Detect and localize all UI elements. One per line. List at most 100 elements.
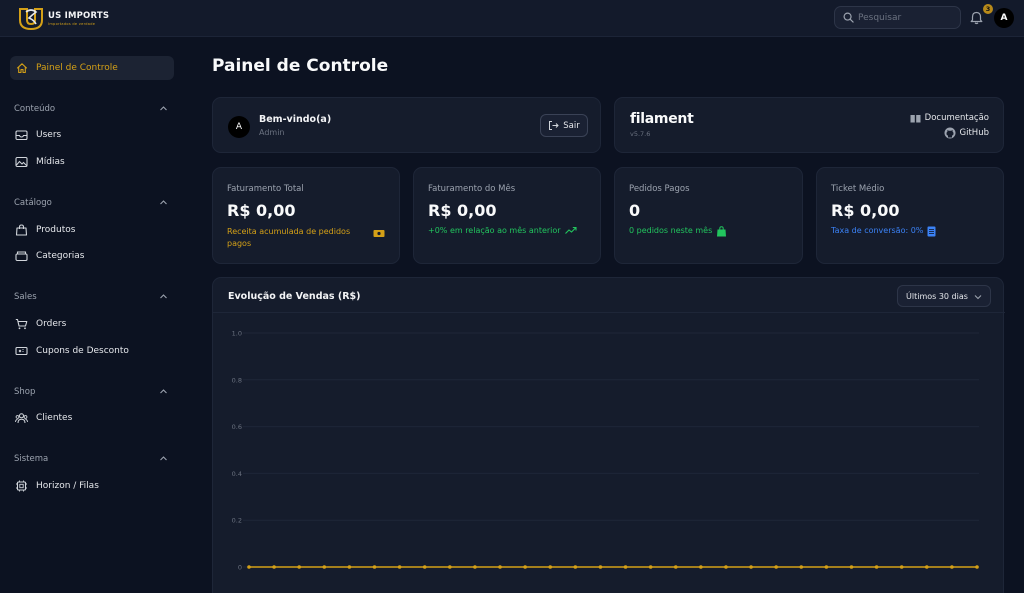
stat-card-pedidos-pagos: Pedidos Pagos 0 0 pedidos neste mês [614,167,803,264]
logout-button[interactable]: Sair [540,114,588,137]
data-point[interactable] [774,565,778,569]
github-icon [944,127,956,139]
data-point[interactable] [448,565,452,569]
stat-value: 0 [629,201,641,220]
brand-name: US IMPORTS [48,10,110,21]
sidebar-item-horizon-filas[interactable]: Horizon / Filas [15,477,99,495]
stat-value: R$ 0,00 [428,201,497,220]
sidebar-item-label: Clientes [36,413,73,423]
group-label-shop: Shop [14,387,36,397]
data-point[interactable] [272,565,276,569]
data-point[interactable] [749,565,753,569]
data-point[interactable] [799,565,804,569]
banknotes-icon [373,230,385,237]
notifications-button[interactable] [970,10,983,29]
image-icon [15,156,28,168]
document-icon [927,226,936,237]
data-point[interactable] [347,565,352,569]
trending-up-icon [564,226,577,234]
stat-label: Faturamento do Mês [428,184,516,194]
data-point[interactable] [548,565,553,569]
welcome-role: Admin [259,128,285,137]
sidebar-item-produtos[interactable]: Produtos [15,221,75,239]
sidebar-item-orders[interactable]: Orders [15,315,66,333]
filament-version: v5.7.6 [630,130,651,138]
cart-icon [15,318,28,330]
date-range-value: Últimos 30 dias [906,291,968,301]
chevron-up-icon[interactable] [159,293,168,300]
y-tick-label: 1.0 [232,330,242,338]
sidebar-item-label: Produtos [36,225,76,235]
data-point[interactable] [623,565,628,569]
data-point[interactable] [699,565,703,569]
notification-count-badge: 3 [983,4,993,14]
cpu-chip-icon [16,480,27,492]
data-point[interactable] [573,565,578,569]
data-point[interactable] [297,565,302,569]
chevron-up-icon[interactable] [159,455,168,462]
documentation-link[interactable]: Documentação [910,113,989,123]
filament-brand: filament [630,111,694,127]
stat-description: Taxa de conversão: 0% [831,226,936,237]
chevron-up-icon[interactable] [159,388,168,395]
sales-chart-card: Evolução de Vendas (R$) Últimos 30 dias … [212,277,1005,593]
group-label-conteudo: Conteúdo [14,104,56,114]
stat-description: +0% em relação ao mês anterior [428,226,577,235]
stat-label: Faturamento Total [227,184,304,194]
sidebar-item-clientes[interactable]: Clientes [15,409,72,427]
sidebar-item-cupons-de-desconto[interactable]: Cupons de Desconto [15,342,129,360]
github-label: GitHub [959,128,989,138]
y-tick-label: 0 [238,564,242,572]
data-point[interactable] [397,565,402,569]
chevron-down-icon [974,295,982,300]
sidebar-item-painel-de-controle[interactable]: Painel de Controle [10,56,174,80]
data-point[interactable] [874,565,879,569]
stat-description-text: Taxa de conversão: 0% [831,226,924,235]
y-tick-label: 0.8 [232,376,242,384]
data-point[interactable] [824,565,829,569]
sidebar-item-midias[interactable]: Mídias [15,153,65,171]
folder-icon [15,251,28,262]
data-point[interactable] [523,565,527,569]
stat-label: Ticket Médio [831,184,885,194]
data-point[interactable] [372,565,377,569]
brand-emblem-icon [19,8,43,30]
logout-label: Sair [563,120,580,131]
search-input[interactable] [858,12,958,23]
date-range-select[interactable]: Últimos 30 dias [897,285,991,307]
group-label-sistema: Sistema [14,454,49,464]
top-bar: US IMPORTS Importados de verdade 3 A [0,0,1024,37]
sidebar-item-categorias[interactable]: Categorias [15,247,85,265]
data-point[interactable] [322,565,327,569]
github-link[interactable]: GitHub [944,127,989,139]
search-box[interactable] [834,6,961,29]
data-point[interactable] [247,565,251,569]
chart-title: Evolução de Vendas (R$) [228,291,361,302]
data-point[interactable] [498,565,502,569]
y-tick-label: 0.2 [232,517,242,525]
data-point[interactable] [598,565,603,569]
data-point[interactable] [924,565,929,569]
stat-description-text: +0% em relação ao mês anterior [428,226,561,235]
stat-card-faturamento-total: Faturamento Total R$ 0,00 Receita acumul… [212,167,400,264]
user-avatar[interactable]: A [994,8,1014,28]
data-point[interactable] [950,565,954,569]
data-point[interactable] [975,565,979,569]
data-point[interactable] [648,565,653,569]
sidebar-item-users[interactable]: Users [15,126,61,144]
stat-description: 0 pedidos neste mês [629,226,727,237]
data-point[interactable] [849,565,854,569]
data-point[interactable] [899,565,904,569]
data-point[interactable] [724,565,728,569]
brand-logo[interactable]: US IMPORTS Importados de verdade [18,6,109,30]
data-point[interactable] [673,565,678,569]
sidebar-item-label: Users [36,130,62,140]
data-point[interactable] [473,565,477,569]
stat-value: R$ 0,00 [227,201,296,220]
chevron-up-icon[interactable] [159,105,168,112]
filament-info-card: filament v5.7.6 Documentação GitHub [614,97,1004,153]
data-point[interactable] [422,565,427,569]
chevron-up-icon[interactable] [159,199,168,206]
logout-icon [549,121,559,130]
welcome-title: Bem-vindo(a) [259,114,332,125]
